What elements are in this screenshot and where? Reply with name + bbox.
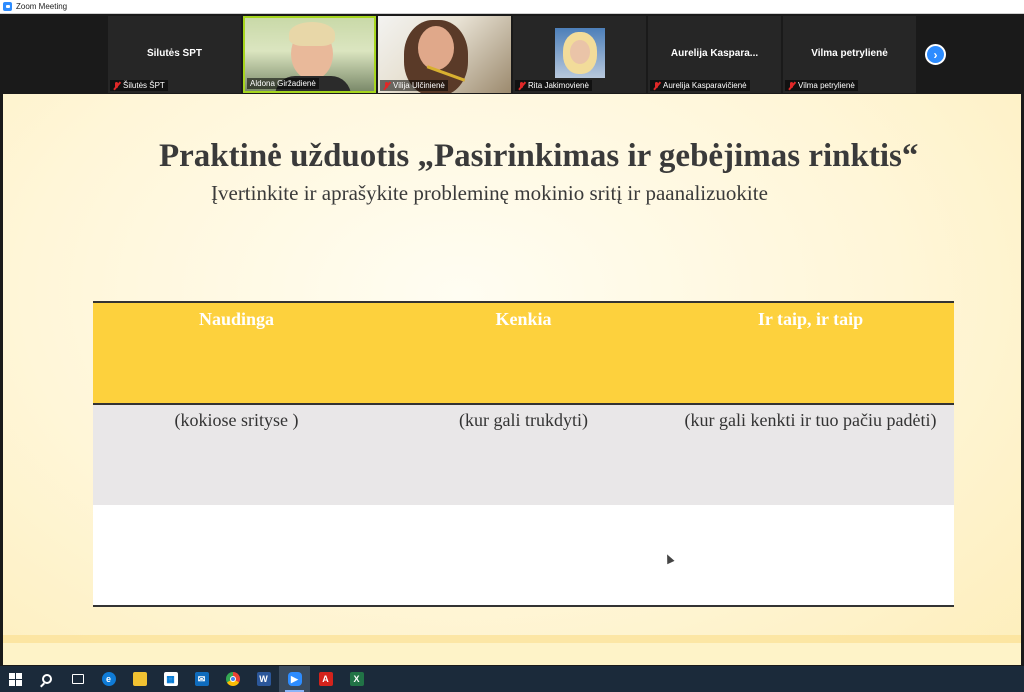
windows-taskbar: e ▦ ✉ W ▶ A X [0,666,1024,692]
participant-display-name: Šilutės ŠPT [146,48,202,59]
zoom-icon[interactable]: ▶ [279,666,310,692]
participant-label: Šilutės ŠPT [110,80,168,91]
edge-icon[interactable]: e [93,666,124,692]
shared-slide: Praktinė užduotis „Pasirinkimas ir gebėj… [3,94,1021,665]
participant-label: Aurelija Kasparavičienė [650,80,750,91]
store-icon[interactable]: ▦ [155,666,186,692]
mic-muted-icon [383,81,390,90]
mic-muted-icon [788,81,795,90]
slide-footer-band [3,643,1021,665]
windows-start-icon[interactable] [0,666,31,692]
next-participants-button[interactable]: › [925,44,946,65]
participant-tile-active-speaker[interactable]: Aldona Giržadienė [243,16,376,93]
participant-tile[interactable]: Šilutės ŠPT Šilutės ŠPT [108,16,241,93]
participant-photo [555,28,605,78]
slide-table: Naudinga Kenkia Ir taip, ir taip (kokios… [93,301,954,607]
mic-muted-icon [113,81,120,90]
search-icon[interactable] [31,666,62,692]
participant-tile[interactable]: Rita Jakimovienė [513,16,646,93]
mail-icon[interactable]: ✉ [186,666,217,692]
table-row: (kokiose srityse ) (kur gali trukdyti) (… [93,405,954,505]
file-explorer-icon[interactable] [124,666,155,692]
participant-strip: Šilutės ŠPT Šilutės ŠPT Aldona Giržadien… [0,15,1024,94]
table-cell: (kur gali kenkti ir tuo pačiu padėti) [684,410,937,430]
mic-muted-icon [653,81,660,90]
chrome-icon[interactable] [217,666,248,692]
table-header-row: Naudinga Kenkia Ir taip, ir taip [93,303,954,405]
window-title: Zoom Meeting [16,2,68,11]
slide-title: Praktinė užduotis „Pasirinkimas ir gebėj… [159,138,919,174]
participant-label: Vilma petrylienė [785,80,858,91]
task-view-icon[interactable] [62,666,93,692]
table-cell: (kur gali trukdyti) [459,410,588,430]
participant-tile[interactable]: Aurelija Kaspara... Aurelija Kasparaviči… [648,16,781,93]
participant-label: Vilija Ulčinienė [380,80,448,91]
table-header-cell: Kenkia [495,309,552,329]
participant-display-name: Vilma petrylienė [811,48,888,59]
slide-subtitle: Įvertinkite ir aprašykite probleminę mok… [211,181,768,205]
zoom-app-icon [3,2,12,11]
title-bar: Zoom Meeting [0,0,1024,14]
chevron-right-icon: › [933,47,938,62]
participant-tile[interactable]: Vilma petrylienė Vilma petrylienė [783,16,916,93]
participant-label: Rita Jakimovienė [515,80,592,91]
mic-muted-icon [518,81,525,90]
table-row-empty [93,505,954,605]
table-cell: (kokiose srityse ) [174,410,299,430]
table-header-cell: Naudinga [198,309,275,329]
acrobat-icon[interactable]: A [310,666,341,692]
participant-tile[interactable]: Vilija Ulčinienė [378,16,511,93]
excel-icon[interactable]: X [341,666,372,692]
word-icon[interactable]: W [248,666,279,692]
participant-display-name: Aurelija Kaspara... [670,48,759,59]
participant-label: Aldona Giržadienė [247,78,319,89]
table-header-cell: Ir taip, ir taip [757,309,864,329]
slide-decor-band [3,635,1021,643]
